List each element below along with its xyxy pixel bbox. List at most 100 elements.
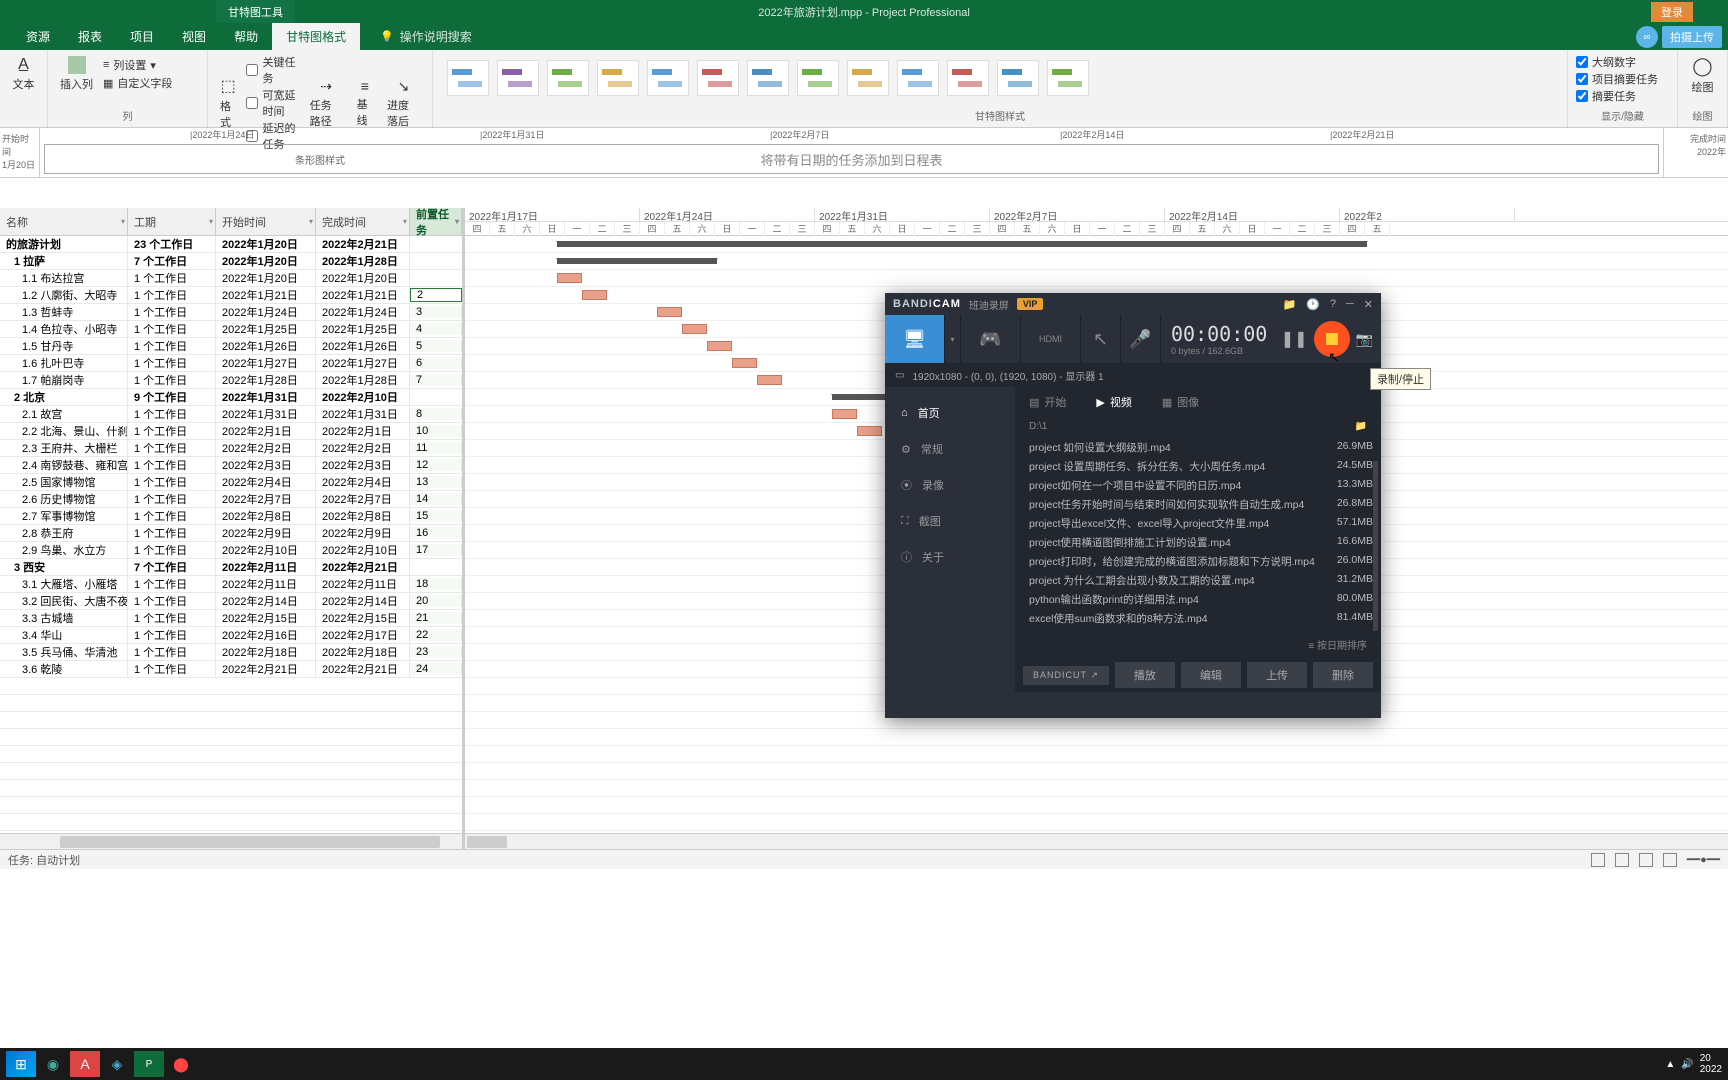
task-name-cell[interactable]: 1.4 色拉寺、小昭寺 — [0, 321, 128, 337]
task-name-cell[interactable]: 2.4 南锣鼓巷、雍和宫 — [0, 457, 128, 473]
start-cell[interactable]: 2022年1月27日 — [216, 355, 316, 371]
task-name-cell[interactable]: 的旅游计划 — [0, 236, 128, 252]
bandicam-tab[interactable]: ▤开始 — [1029, 394, 1066, 410]
bandicam-nav-item[interactable]: ⓘ关于 — [885, 539, 1015, 575]
duration-cell[interactable]: 1 个工作日 — [128, 661, 216, 677]
taskbar-app-project[interactable]: P — [134, 1051, 164, 1077]
finish-cell[interactable]: 2022年2月7日 — [316, 491, 410, 507]
gantt-style-option[interactable] — [947, 60, 989, 96]
tray-icon[interactable]: ▲ — [1665, 1059, 1675, 1070]
file-list-item[interactable]: python输出函数print的详细用法.mp480.0MB — [1029, 590, 1373, 609]
start-cell[interactable]: 2022年2月11日 — [216, 559, 316, 575]
predecessor-cell[interactable]: 23 — [410, 646, 462, 658]
task-name-cell[interactable]: 2.6 历史博物馆 — [0, 491, 128, 507]
gantt-row[interactable] — [465, 797, 1728, 814]
task-name-cell[interactable]: 2.3 王府井、大栅栏 — [0, 440, 128, 456]
table-row[interactable]: 1.2 八廓街、大昭寺 1 个工作日 2022年1月21日 2022年1月21日… — [0, 287, 462, 304]
task-name-cell[interactable]: 2.2 北海、景山、什刹 — [0, 423, 128, 439]
start-button[interactable]: ⊞ — [6, 1051, 36, 1077]
gantt-row[interactable] — [465, 270, 1728, 287]
gantt-summary-bar[interactable] — [557, 241, 1367, 247]
project-summary-checkbox[interactable]: 项目摘要任务 — [1576, 71, 1669, 87]
table-row-empty[interactable] — [0, 729, 462, 746]
gantt-style-option[interactable] — [1047, 60, 1089, 96]
format-button[interactable]: ⬚格式 — [216, 74, 240, 132]
gantt-style-option[interactable] — [447, 60, 489, 96]
finish-cell[interactable]: 2022年2月10日 — [316, 542, 410, 558]
screen-mode-button[interactable]: 🖥 — [885, 315, 945, 363]
predecessor-cell[interactable]: 20 — [410, 595, 462, 607]
duration-cell[interactable]: 1 个工作日 — [128, 593, 216, 609]
task-name-cell[interactable]: 1.6 扎叶巴寺 — [0, 355, 128, 371]
column-header-duration[interactable]: 工期▾ — [128, 208, 216, 235]
task-name-cell[interactable]: 1.2 八廓街、大昭寺 — [0, 287, 128, 303]
gantt-task-bar[interactable] — [832, 409, 857, 419]
gantt-row[interactable] — [465, 763, 1728, 780]
start-cell[interactable]: 2022年2月15日 — [216, 610, 316, 626]
table-row[interactable]: 1.4 色拉寺、小昭寺 1 个工作日 2022年1月25日 2022年1月25日… — [0, 321, 462, 338]
duration-cell[interactable]: 1 个工作日 — [128, 457, 216, 473]
view-icon[interactable] — [1615, 853, 1629, 867]
start-cell[interactable]: 2022年2月3日 — [216, 457, 316, 473]
start-cell[interactable]: 2022年2月8日 — [216, 508, 316, 524]
game-mode-button[interactable]: 🎮 — [961, 315, 1021, 363]
table-row[interactable]: 2.1 故宫 1 个工作日 2022年1月31日 2022年1月31日 8 — [0, 406, 462, 423]
file-list-scrollbar[interactable] — [1373, 461, 1378, 631]
start-cell[interactable]: 2022年2月21日 — [216, 661, 316, 677]
start-cell[interactable]: 2022年1月31日 — [216, 389, 316, 405]
table-row[interactable]: 3.4 华山 1 个工作日 2022年2月16日 2022年2月17日 22 — [0, 627, 462, 644]
task-name-cell[interactable]: 2.9 鸟巢、水立方 — [0, 542, 128, 558]
start-cell[interactable]: 2022年1月20日 — [216, 236, 316, 252]
gantt-task-bar[interactable] — [582, 290, 607, 300]
table-row[interactable]: 2.4 南锣鼓巷、雍和宫 1 个工作日 2022年2月3日 2022年2月3日 … — [0, 457, 462, 474]
gantt-row[interactable] — [465, 780, 1728, 797]
predecessor-cell[interactable]: 6 — [410, 357, 462, 369]
table-row[interactable]: 1.7 帕崩岗寺 1 个工作日 2022年1月28日 2022年1月28日 7 — [0, 372, 462, 389]
task-name-cell[interactable]: 3 西安 — [0, 559, 128, 575]
duration-cell[interactable]: 1 个工作日 — [128, 270, 216, 286]
zoom-slider[interactable]: ━━●━━ — [1687, 853, 1720, 866]
bandicam-action-button[interactable]: 删除 — [1313, 662, 1373, 688]
gantt-task-bar[interactable] — [857, 426, 882, 436]
rect-select-icon[interactable]: ▭ — [895, 370, 904, 381]
gantt-style-option[interactable] — [697, 60, 739, 96]
predecessor-cell[interactable]: 12 — [410, 459, 462, 471]
folder-icon[interactable]: 📁 — [1355, 421, 1367, 432]
gantt-styles-gallery[interactable] — [441, 54, 1559, 108]
file-list-item[interactable]: excel使用sum函数求和的8种方法.mp481.4MB — [1029, 609, 1373, 628]
duration-cell[interactable]: 1 个工作日 — [128, 440, 216, 456]
start-cell[interactable]: 2022年1月26日 — [216, 338, 316, 354]
table-row-empty[interactable] — [0, 695, 462, 712]
duration-cell[interactable]: 1 个工作日 — [128, 321, 216, 337]
finish-cell[interactable]: 2022年2月9日 — [316, 525, 410, 541]
bandicam-action-button[interactable]: 上传 — [1247, 662, 1307, 688]
file-list-item[interactable]: project 设置周期任务、拆分任务、大小周任务.mp424.5MB — [1029, 457, 1373, 476]
drawing-button[interactable]: ◯绘图 — [1686, 54, 1719, 97]
task-name-cell[interactable]: 1 拉萨 — [0, 253, 128, 269]
gantt-row[interactable] — [465, 729, 1728, 746]
gantt-style-option[interactable] — [597, 60, 639, 96]
gantt-style-option[interactable] — [747, 60, 789, 96]
close-icon[interactable]: ✕ — [1364, 298, 1373, 311]
start-cell[interactable]: 2022年1月24日 — [216, 304, 316, 320]
column-header-start[interactable]: 开始时间▾ — [216, 208, 316, 235]
table-row-empty[interactable] — [0, 712, 462, 729]
duration-cell[interactable]: 1 个工作日 — [128, 525, 216, 541]
finish-cell[interactable]: 2022年2月17日 — [316, 627, 410, 643]
duration-cell[interactable]: 7 个工作日 — [128, 559, 216, 575]
duration-cell[interactable]: 1 个工作日 — [128, 576, 216, 592]
ribbon-tab[interactable]: 甘特图格式 — [272, 23, 360, 50]
upload-button[interactable]: 拍摄上传 — [1662, 26, 1722, 48]
predecessor-cell[interactable]: 15 — [410, 510, 462, 522]
view-icon[interactable] — [1663, 853, 1677, 867]
help-icon[interactable]: ? — [1330, 298, 1336, 311]
gantt-row[interactable] — [465, 814, 1728, 831]
gantt-style-option[interactable] — [897, 60, 939, 96]
predecessor-cell[interactable]: 3 — [410, 306, 462, 318]
folder-icon[interactable]: 📁 — [1282, 298, 1296, 311]
finish-cell[interactable]: 2022年1月28日 — [316, 253, 410, 269]
cloud-icon[interactable]: ∞ — [1636, 26, 1658, 48]
task-name-cell[interactable]: 3.1 大雁塔、小雁塔 — [0, 576, 128, 592]
summary-tasks-checkbox[interactable]: 摘要任务 — [1576, 88, 1669, 104]
start-cell[interactable]: 2022年2月14日 — [216, 593, 316, 609]
